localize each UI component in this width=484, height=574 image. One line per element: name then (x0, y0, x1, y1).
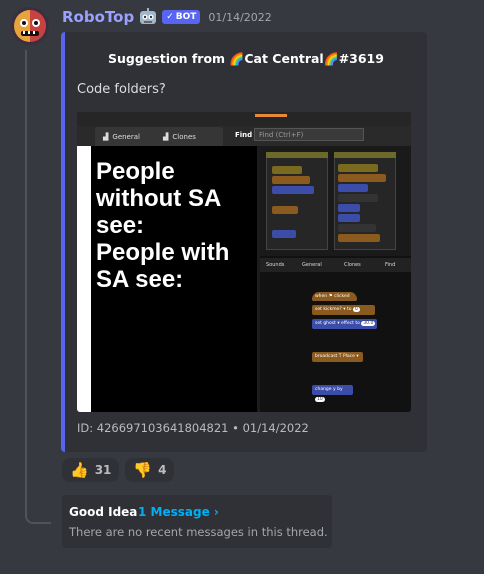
thread-empty-text: There are no recent messages in this thr… (69, 525, 328, 539)
check-icon: ✓ (166, 12, 174, 22)
scratch-block-broadcast: broadcast T Place ▾ (312, 352, 363, 362)
scratch-block-set-effect: set ghost ▾ effect to 30.0 (312, 319, 377, 329)
screenshot-tab-general: ▟ General (95, 127, 163, 146)
reactions-row: 👍 31 👎 4 (62, 458, 175, 482)
avatar[interactable] (11, 7, 49, 45)
thread-message-count[interactable]: 1 Message › (138, 505, 219, 519)
screenshot-white-bar (77, 146, 91, 412)
rainbow-icon: 🌈 (323, 52, 339, 66)
screenshot-caption: People without SA see: People with SA se… (96, 158, 230, 293)
screenshot-tabs: ▟ General ▟ Clones Find Find (Ctrl+F) (77, 126, 411, 146)
reaction-thumbs-down[interactable]: 👎 4 (125, 458, 175, 482)
screenshot-folders-panel (260, 146, 411, 256)
screenshot-find-input: Find (Ctrl+F) (254, 128, 364, 141)
blocks-icon: ▟ (163, 132, 169, 141)
thread-name[interactable]: Good Idea (69, 505, 137, 519)
embed-title: Suggestion from 🌈Cat Central🌈#3619 (65, 51, 427, 66)
username[interactable]: RoboTop (62, 8, 134, 26)
scratch-block-change-y: change y by 10 (312, 385, 353, 402)
scratch-block-when-clicked: when ⚑ clicked (312, 292, 357, 301)
screenshot-find-label: Find (235, 131, 253, 139)
message-header: RoboTop ✓ BOT 01/14/2022 (62, 8, 272, 26)
reaction-thumbs-up[interactable]: 👍 31 (62, 458, 120, 482)
reaction-count: 4 (158, 463, 167, 477)
embed-image[interactable]: ▟ General ▟ Clones Find Find (Ctrl+F) Peop… (77, 112, 411, 412)
robot-emoji-icon (140, 8, 157, 24)
thumbs-up-icon: 👍 (70, 461, 89, 479)
timestamp[interactable]: 01/14/2022 (208, 11, 271, 24)
screenshot-right-tabs: Sounds General Clones Find (260, 258, 411, 272)
embed-title-suffix: #3619 (338, 51, 384, 66)
thumbs-down-icon: 👎 (133, 461, 153, 479)
thread-connector-line (25, 50, 51, 524)
embed-title-prefix: Suggestion from (108, 51, 226, 66)
reaction-count: 31 (94, 463, 112, 477)
thread-preview[interactable]: Good Idea 1 Message › There are no recen… (62, 495, 332, 548)
rainbow-icon: 🌈 (229, 52, 245, 66)
embed-description: Code folders? (77, 82, 166, 97)
screenshot-tab-clones: ▟ Clones (155, 127, 223, 146)
blocks-icon: ▟ (103, 132, 109, 141)
robotop-avatar-icon (11, 7, 49, 45)
bot-badge-label: BOT (175, 12, 197, 22)
screenshot-topbar (77, 112, 411, 126)
embed-title-server: Cat Central (244, 51, 324, 66)
embed-footer: ID: 426697103641804821 • 01/14/2022 (77, 421, 309, 435)
suggestion-embed: Suggestion from 🌈Cat Central🌈#3619 Code … (61, 32, 427, 452)
scratch-block-set-var: set kickme? ▾ to 0 (312, 305, 375, 315)
bot-badge: ✓ BOT (162, 10, 201, 24)
